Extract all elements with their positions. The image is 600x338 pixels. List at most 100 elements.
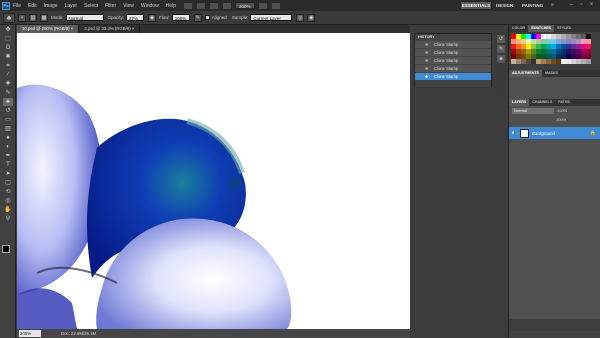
- brush-panel-icon[interactable]: ▤: [29, 13, 37, 22]
- history-panel-icon[interactable]: ↺: [497, 35, 505, 43]
- layer-fill-value[interactable]: 100%: [556, 117, 566, 122]
- ignore-adjustment-layers-icon[interactable]: ◎: [296, 13, 305, 22]
- screen-mode-button[interactable]: [270, 1, 281, 10]
- clone-source-icon[interactable]: ▦: [40, 13, 48, 22]
- crop-tool-icon[interactable]: ⌗: [3, 62, 13, 70]
- hand-tool-button[interactable]: [208, 1, 219, 10]
- launch-bridge-button[interactable]: [182, 1, 193, 10]
- arrange-documents-button[interactable]: [257, 1, 268, 10]
- blend-mode-select[interactable]: Normal: [512, 107, 554, 114]
- quick-select-tool-icon[interactable]: ✱: [3, 53, 13, 61]
- type-tool-icon[interactable]: T: [3, 161, 13, 169]
- flow-input[interactable]: 100%: [171, 14, 190, 21]
- restore-icon[interactable]: ▫: [578, 1, 585, 9]
- swatches-grid: [509, 32, 600, 66]
- menu-layer[interactable]: Layer: [65, 3, 78, 9]
- pressure-size-icon[interactable]: ◉: [307, 13, 316, 22]
- adjustments-panel-tabs: ADJUSTMENTS MASKS: [509, 70, 600, 77]
- workspace-essentials-button[interactable]: ESSENTIALS: [460, 1, 492, 10]
- opacity-input[interactable]: 27%: [126, 14, 145, 21]
- tab-layers[interactable]: LAYERS: [509, 99, 530, 106]
- pen-tool-icon[interactable]: ✒: [3, 152, 13, 160]
- dodge-tool-icon[interactable]: ◐: [3, 143, 13, 151]
- airbrush-icon[interactable]: ✎: [193, 13, 202, 22]
- workspace-design-button[interactable]: DESIGN: [496, 1, 513, 10]
- lock-icon: 🔒: [589, 130, 596, 136]
- eyedropper-tool-icon[interactable]: ⁄: [3, 71, 13, 79]
- brush-tool-icon[interactable]: ✎: [3, 89, 13, 97]
- 3d-orbit-tool-icon[interactable]: ◎: [3, 197, 13, 205]
- history-panel-title: HISTORY: [415, 34, 491, 41]
- eraser-tool-icon[interactable]: ▭: [3, 116, 13, 124]
- path-select-tool-icon[interactable]: ➤: [3, 170, 13, 178]
- color-panel-tabs: COLOR SWATCHES STYLES: [509, 25, 600, 32]
- menu-image[interactable]: Image: [44, 3, 58, 9]
- zoom-tool-icon[interactable]: ⚲: [3, 215, 13, 223]
- history-step[interactable]: ♣ Clone Stamp: [415, 57, 491, 65]
- tab-swatches[interactable]: SWATCHES: [527, 25, 555, 32]
- pressure-opacity-icon[interactable]: ◉: [148, 13, 157, 22]
- workspace-more-button[interactable]: »: [551, 1, 554, 10]
- history-step[interactable]: ♣ Clone Stamp: [415, 65, 491, 73]
- gradient-tool-icon[interactable]: ▥: [3, 125, 13, 133]
- history-step-current[interactable]: ♣ Clone Stamp: [415, 73, 491, 81]
- foreground-color-swatch[interactable]: [2, 245, 10, 253]
- zoom-tool-button[interactable]: [221, 1, 232, 10]
- menu-select[interactable]: Select: [84, 3, 98, 9]
- marquee-tool-icon[interactable]: ⬚: [3, 35, 13, 43]
- clone-source-panel-icon[interactable]: ♣: [497, 55, 505, 63]
- lasso-tool-icon[interactable]: ʘ: [3, 44, 13, 52]
- clone-stamp-tool-icon[interactable]: ♣: [3, 98, 13, 106]
- visibility-eye-icon[interactable]: ●: [509, 130, 517, 136]
- flower-artwork: [17, 84, 292, 329]
- clone-stamp-preset-icon[interactable]: ♣: [3, 12, 15, 23]
- menu-help[interactable]: Help: [166, 3, 176, 9]
- menu-file[interactable]: File: [13, 3, 21, 9]
- layer-row-background[interactable]: ● Background 🔒: [509, 127, 600, 139]
- history-panel: HISTORY ♣ Clone Stamp ♣ Clone Stamp ♣ Clone…: [414, 33, 492, 87]
- color-swatch[interactable]: [586, 59, 591, 64]
- 3d-rotate-tool-icon[interactable]: ⟲: [3, 188, 13, 196]
- menu-edit[interactable]: Edit: [28, 3, 37, 9]
- document-canvas[interactable]: [17, 33, 410, 329]
- tab-adjustments[interactable]: ADJUSTMENTS: [509, 70, 542, 77]
- blur-tool-icon[interactable]: ●: [3, 134, 13, 142]
- layers-panel-tabs: LAYERS CHANNELS PATHS: [509, 99, 600, 106]
- layer-name: Background: [532, 130, 555, 136]
- menu-view[interactable]: View: [123, 3, 134, 9]
- history-step[interactable]: ♣ Clone Stamp: [415, 49, 491, 57]
- tab-styles[interactable]: STYLES: [554, 25, 574, 32]
- shape-tool-icon[interactable]: ▢: [3, 179, 13, 187]
- layers-panel-body: Normal 100% 100% ● Background 🔒: [509, 106, 600, 338]
- history-step[interactable]: ♣ Clone Stamp: [415, 41, 491, 49]
- tab-10-psd[interactable]: 10.psd @ 200% (RGB/8) ×: [17, 25, 80, 33]
- minimize-icon[interactable]: –: [568, 1, 575, 9]
- move-tool-icon[interactable]: ✥: [3, 26, 13, 34]
- tab-color[interactable]: COLOR: [509, 25, 528, 32]
- hand-tool-icon[interactable]: ✋: [3, 206, 13, 214]
- brush-presets-icon[interactable]: ✎: [497, 45, 505, 53]
- close-icon[interactable]: ×: [588, 1, 595, 9]
- tab-masks[interactable]: MASKS: [542, 70, 561, 77]
- sample-select[interactable]: Current Layer: [250, 14, 293, 21]
- workspace-painting-button[interactable]: PAINTING: [522, 1, 543, 10]
- window-controls: – ▫ ×: [568, 1, 595, 9]
- status-doc-size: Doc: 22.8M/26.1M: [61, 331, 97, 336]
- aligned-checkbox[interactable]: [204, 15, 210, 20]
- launch-minibridge-button[interactable]: [195, 1, 206, 10]
- layers-footer: [509, 331, 600, 338]
- menu-filter[interactable]: Filter: [105, 3, 116, 9]
- photoshop-logo-icon[interactable]: Ps: [2, 1, 10, 10]
- tab-paths[interactable]: PATHS: [555, 99, 573, 106]
- mode-select[interactable]: Normal: [65, 14, 104, 21]
- tab-channels[interactable]: CHANNELS: [529, 99, 555, 106]
- layer-thumbnail: [520, 128, 529, 138]
- zoom-level-select[interactable]: 200%: [234, 2, 255, 9]
- layer-opacity-value[interactable]: 100%: [557, 108, 567, 113]
- menu-window[interactable]: Window: [141, 3, 159, 9]
- tab-3-psd[interactable]: 3.psd @ 33.3% (RGB/8) ×: [79, 25, 141, 33]
- brush-preset-icon[interactable]: •: [18, 13, 26, 22]
- healing-brush-tool-icon[interactable]: ✚: [3, 80, 13, 88]
- history-brush-tool-icon[interactable]: ↺: [3, 107, 13, 115]
- status-zoom-field[interactable]: 200%: [19, 330, 41, 337]
